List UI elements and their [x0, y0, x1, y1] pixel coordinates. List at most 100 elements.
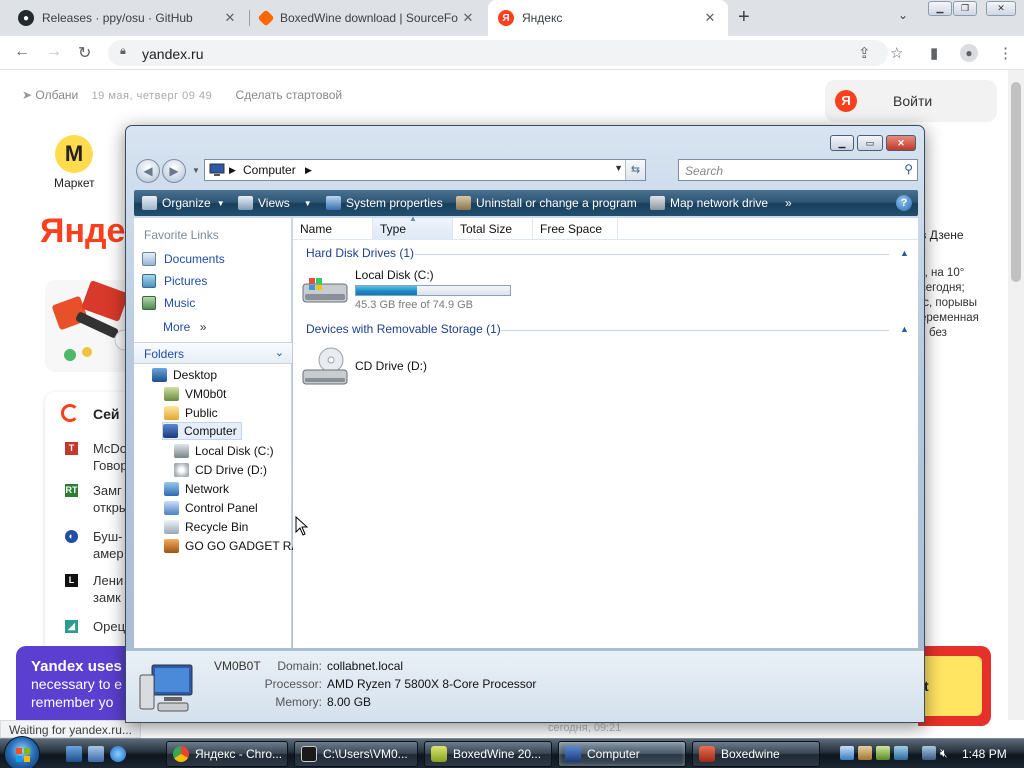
minimize-button[interactable]: ▁	[830, 135, 854, 151]
breadcrumb-arrow-icon[interactable]: ▶	[229, 165, 236, 176]
tree-item-public[interactable]: Public	[164, 404, 218, 422]
side-panel-icon[interactable]: ▮	[930, 44, 938, 62]
close-button[interactable]: ✕	[886, 135, 916, 151]
tree-item-gadget[interactable]: GO GO GADGET RA	[164, 537, 299, 555]
internet-explorer-icon[interactable]	[110, 746, 126, 762]
scrollbar-thumb[interactable]	[1011, 82, 1021, 282]
url-text[interactable]: yandex.ru	[142, 46, 203, 62]
taskbar-item-chrome[interactable]: Яндекс - Chro...	[166, 741, 288, 767]
column-type[interactable]: ▲ Type	[373, 214, 453, 240]
drive-local-disk[interactable]: Local Disk (C:) 45.3 GB free of 74.9 GB	[301, 268, 531, 314]
forward-arrow-icon[interactable]: →	[46, 43, 62, 61]
views-button[interactable]: Views ▼	[238, 190, 312, 216]
tray-app-icon[interactable]	[948, 746, 962, 760]
column-total-size[interactable]: Total Size	[453, 218, 533, 240]
help-icon[interactable]: ?	[896, 195, 912, 211]
back-button[interactable]: ◀	[136, 159, 160, 183]
tab-title: Яндекс	[522, 11, 563, 25]
tray-app-icon[interactable]	[840, 746, 854, 760]
tree-item-cd-drive[interactable]: CD Drive (D:)	[174, 461, 267, 479]
address-bar[interactable]: 🔒︎ yandex.ru	[108, 40, 888, 66]
make-start-link[interactable]: Сделать стартовой	[236, 88, 343, 102]
restore-button[interactable]: ❐	[953, 1, 977, 16]
collapse-chevron-icon[interactable]: ▲	[900, 248, 909, 258]
column-name[interactable]: Name	[293, 218, 373, 240]
map-network-drive-button[interactable]: Map network drive	[650, 190, 768, 216]
tab-sourceforge[interactable]: BoxedWine download | SourceFo ✕	[250, 0, 486, 36]
organize-button[interactable]: Organize ▼	[142, 190, 225, 216]
folders-header[interactable]: Folders ⌄	[134, 342, 292, 364]
tray-app-icon[interactable]	[894, 746, 908, 760]
system-properties-button[interactable]: System properties	[326, 190, 443, 216]
weather-card[interactable]: °, на 10° сегодня; /с, порывы еременная …	[920, 266, 1002, 374]
tree-item-network[interactable]: Network	[164, 480, 229, 498]
address-bar[interactable]: ▶ Computer ▶ ▼ ⇆	[204, 159, 646, 181]
promo-card[interactable]	[45, 280, 135, 372]
collapse-chevron-icon[interactable]: ▲	[900, 324, 909, 334]
group-header-hard-disks[interactable]: Hard Disk Drives (1)	[306, 246, 414, 264]
recent-pages-chevron-icon[interactable]: ▼	[192, 166, 200, 175]
taskbar-item-computer[interactable]: Computer	[558, 741, 686, 767]
page-scrollbar[interactable]	[1008, 70, 1024, 720]
tree-item-computer[interactable]: Computer	[162, 422, 242, 440]
share-icon[interactable]: ⇪	[858, 44, 871, 62]
search-icon[interactable]: ⚲	[904, 162, 913, 176]
boxedwine-icon	[699, 746, 715, 762]
switch-windows-icon[interactable]	[88, 746, 104, 762]
reload-icon[interactable]: ↻	[78, 43, 91, 63]
more-commands-button[interactable]: »	[785, 190, 792, 216]
bookmark-star-icon[interactable]: ☆	[890, 44, 903, 62]
clock[interactable]: 1:48 PM	[962, 747, 1007, 761]
tab-yandex[interactable]: Я Яндекс ✕	[488, 0, 728, 36]
back-arrow-icon[interactable]: ←	[14, 43, 30, 61]
tray-app-icon[interactable]	[858, 746, 872, 760]
show-desktop-icon[interactable]	[66, 746, 82, 762]
start-button[interactable]	[4, 736, 40, 768]
network-icon[interactable]	[922, 746, 936, 760]
column-free-space[interactable]: Free Space	[533, 218, 618, 240]
forward-button[interactable]: ▶	[162, 159, 186, 183]
weather-line: /с, порывы	[920, 297, 977, 309]
close-icon[interactable]: ✕	[702, 10, 718, 26]
login-button[interactable]: Я Войти	[825, 80, 997, 122]
group-header-removable[interactable]: Devices with Removable Storage (1)	[306, 322, 501, 340]
tab-github[interactable]: ● Releases · ppy/osu · GitHub ✕	[8, 0, 248, 36]
taskbar-item-boxedwine[interactable]: Boxedwine	[692, 741, 820, 767]
taskbar-item-boxedwine-installer[interactable]: BoxedWine 20...	[424, 741, 552, 767]
refresh-icon[interactable]: ⇆	[625, 160, 645, 180]
tree-item-user[interactable]: VM0b0t	[164, 385, 226, 403]
close-icon[interactable]: ✕	[460, 10, 476, 26]
tree-item-control-panel[interactable]: Control Panel	[164, 499, 258, 517]
favorite-pictures[interactable]: Pictures	[142, 272, 207, 290]
favorite-music[interactable]: Music	[142, 294, 195, 312]
favorite-documents[interactable]: Documents	[142, 250, 225, 268]
close-button[interactable]: ✕	[986, 1, 1016, 16]
taskbar-item-explorer-users[interactable]: C:\Users\VM0...	[294, 741, 418, 767]
chrome-tab-strip: ● Releases · ppy/osu · GitHub ✕ BoxedWin…	[0, 0, 1024, 36]
news-header[interactable]: Сей	[93, 406, 120, 422]
market-label[interactable]: Маркет	[54, 176, 95, 190]
city-link[interactable]: Олбани	[35, 88, 78, 102]
more-links[interactable]: More »	[163, 320, 206, 334]
uninstall-program-button[interactable]: Uninstall or change a program	[456, 190, 637, 216]
profile-avatar-icon[interactable]: ●	[960, 44, 978, 62]
breadcrumb-computer[interactable]: Computer	[243, 163, 296, 177]
minimize-button[interactable]: ▁	[928, 1, 952, 16]
maximize-button[interactable]: ▭	[857, 135, 883, 151]
market-icon[interactable]: M	[55, 135, 93, 173]
menu-kebab-icon[interactable]: ⋮	[998, 44, 1013, 62]
zen-link[interactable]: в Дзене	[920, 228, 964, 242]
tree-item-local-disk[interactable]: Local Disk (C:)	[174, 442, 274, 460]
close-icon[interactable]: ✕	[222, 10, 238, 26]
new-tab-button[interactable]: +	[738, 6, 750, 29]
tree-item-desktop[interactable]: Desktop	[152, 366, 217, 384]
address-dropdown-icon[interactable]: ▼	[614, 163, 623, 173]
cookie-accept-button[interactable]: t	[918, 656, 982, 716]
system-properties-label: System properties	[346, 196, 443, 210]
breadcrumb-arrow-icon[interactable]: ▶	[305, 165, 312, 176]
search-input[interactable]: Search ⚲	[678, 159, 918, 181]
tray-app-icon[interactable]	[876, 746, 890, 760]
tab-search-chevron-icon[interactable]: ⌄	[898, 8, 908, 22]
drive-cd[interactable]: CD Drive (D:)	[301, 342, 531, 388]
tree-item-recycle-bin[interactable]: Recycle Bin	[164, 518, 248, 536]
